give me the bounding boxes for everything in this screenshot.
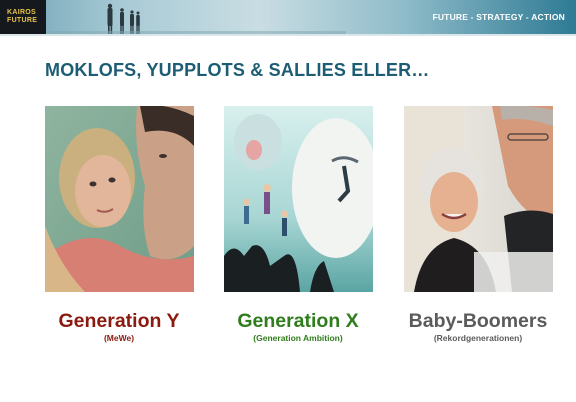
generation-y-photo [45, 106, 194, 292]
kairos-future-logo: KAIROS FUTURE [0, 0, 46, 34]
couple-image [45, 106, 194, 292]
baby-boomers-label: Baby-Boomers [408, 310, 548, 332]
generation-y-caption: Generation Y (MeWe) [21, 310, 217, 344]
baby-boomers-photo [404, 106, 553, 292]
collage-image [224, 106, 373, 292]
generation-x-subtitle: (Generation Ambition) [253, 333, 343, 343]
header-tagline: FUTURE - STRATEGY - ACTION [432, 12, 565, 22]
older-couple-image [404, 106, 553, 292]
baby-boomers-subtitle: (Rekordgenerationen) [433, 333, 523, 343]
generation-y-subtitle: (MeWe) [103, 333, 135, 343]
logo-line1: KAIROS [7, 9, 37, 16]
generation-x-photo [224, 106, 373, 292]
generation-x-label: Generation X [237, 310, 359, 332]
header-bar: KAIROS FUTURE FUTURE - STRATEGY - ACTION [0, 0, 576, 34]
baby-boomers-caption: Baby-Boomers (Rekordgenerationen) [380, 310, 576, 344]
slide-title: MOKLOFS, YUPPLOTS & SALLIES ELLER… [45, 60, 430, 80]
header-divider [0, 34, 576, 36]
slide: KAIROS FUTURE FUTURE - STRATEGY - ACTION… [0, 0, 576, 402]
generation-y-label: Generation Y [58, 310, 180, 332]
header-silhouettes-image [46, 3, 346, 34]
logo-line2: FUTURE [7, 17, 38, 24]
generation-x-caption: Generation X (Generation Ambition) [200, 310, 396, 344]
